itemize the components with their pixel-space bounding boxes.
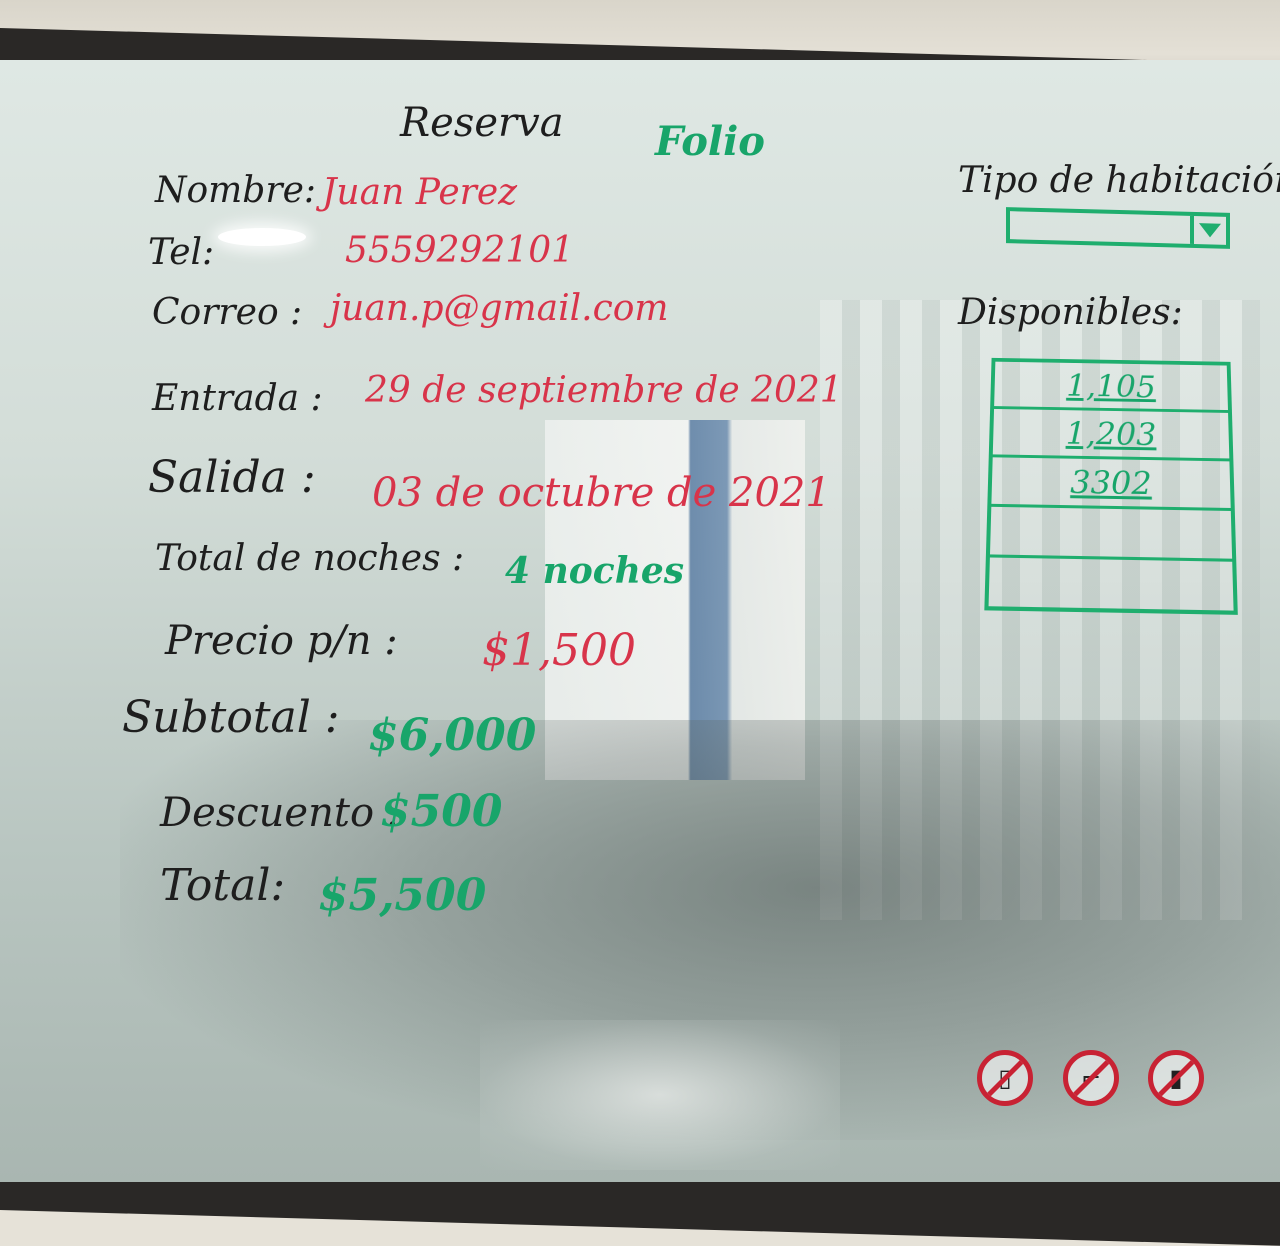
room-type-label: Tipo de habitación [958, 160, 1280, 201]
available-label: Disponibles: [958, 292, 1183, 333]
no-smoking-icon: ⌐ [1063, 1050, 1119, 1106]
total-value[interactable]: $5,500 [318, 870, 486, 921]
precio-label: Precio p/n : [165, 618, 398, 664]
telefono-value[interactable]: 5559292101 [345, 230, 574, 271]
room-item[interactable]: 1,105 [994, 362, 1228, 413]
descuento-value[interactable]: $500 [380, 786, 502, 837]
available-rooms-list: 1,105 1,203 3302 [984, 358, 1237, 615]
descuento-label: Descuento : [160, 790, 400, 836]
table-reflection [480, 1020, 840, 1170]
entrada-value[interactable]: 29 de septiembre de 2021 [365, 370, 843, 411]
glass-whiteboard: Reserva Folio Nombre: Juan Perez Tel: 55… [0, 60, 1280, 1182]
ceiling-light-reflection [218, 228, 306, 246]
correo-value[interactable]: juan.p@gmail.com [330, 288, 669, 329]
noches-value[interactable]: 4 noches [505, 550, 684, 592]
noches-label: Total de noches : [155, 538, 464, 579]
correo-label: Correo : [152, 292, 302, 333]
subtotal-value[interactable]: $6,000 [368, 710, 536, 761]
room-item[interactable] [990, 507, 1232, 562]
dropdown-toggle[interactable] [1190, 216, 1226, 245]
salida-value[interactable]: 03 de octubre de 2021 [372, 470, 831, 516]
total-label: Total: [160, 860, 285, 911]
room-item[interactable]: 1,203 [993, 409, 1230, 461]
folio-label: Folio [655, 118, 765, 165]
no-drinks-icon: ▮ [1148, 1050, 1204, 1106]
nombre-label: Nombre: [155, 170, 316, 211]
entrada-label: Entrada : [152, 378, 323, 419]
no-phone-icon: ▯ [977, 1050, 1033, 1106]
form-title: Reserva [400, 100, 564, 146]
telefono-label: Tel: [148, 232, 214, 273]
room-type-dropdown[interactable] [1006, 207, 1230, 249]
subtotal-label: Subtotal : [122, 692, 340, 743]
room-item[interactable]: 3302 [991, 457, 1230, 511]
salida-label: Salida : [148, 452, 316, 503]
nombre-value[interactable]: Juan Perez [322, 172, 517, 213]
room-item[interactable] [988, 557, 1233, 613]
precio-value[interactable]: $1,500 [482, 625, 636, 676]
chevron-down-icon [1199, 223, 1221, 238]
